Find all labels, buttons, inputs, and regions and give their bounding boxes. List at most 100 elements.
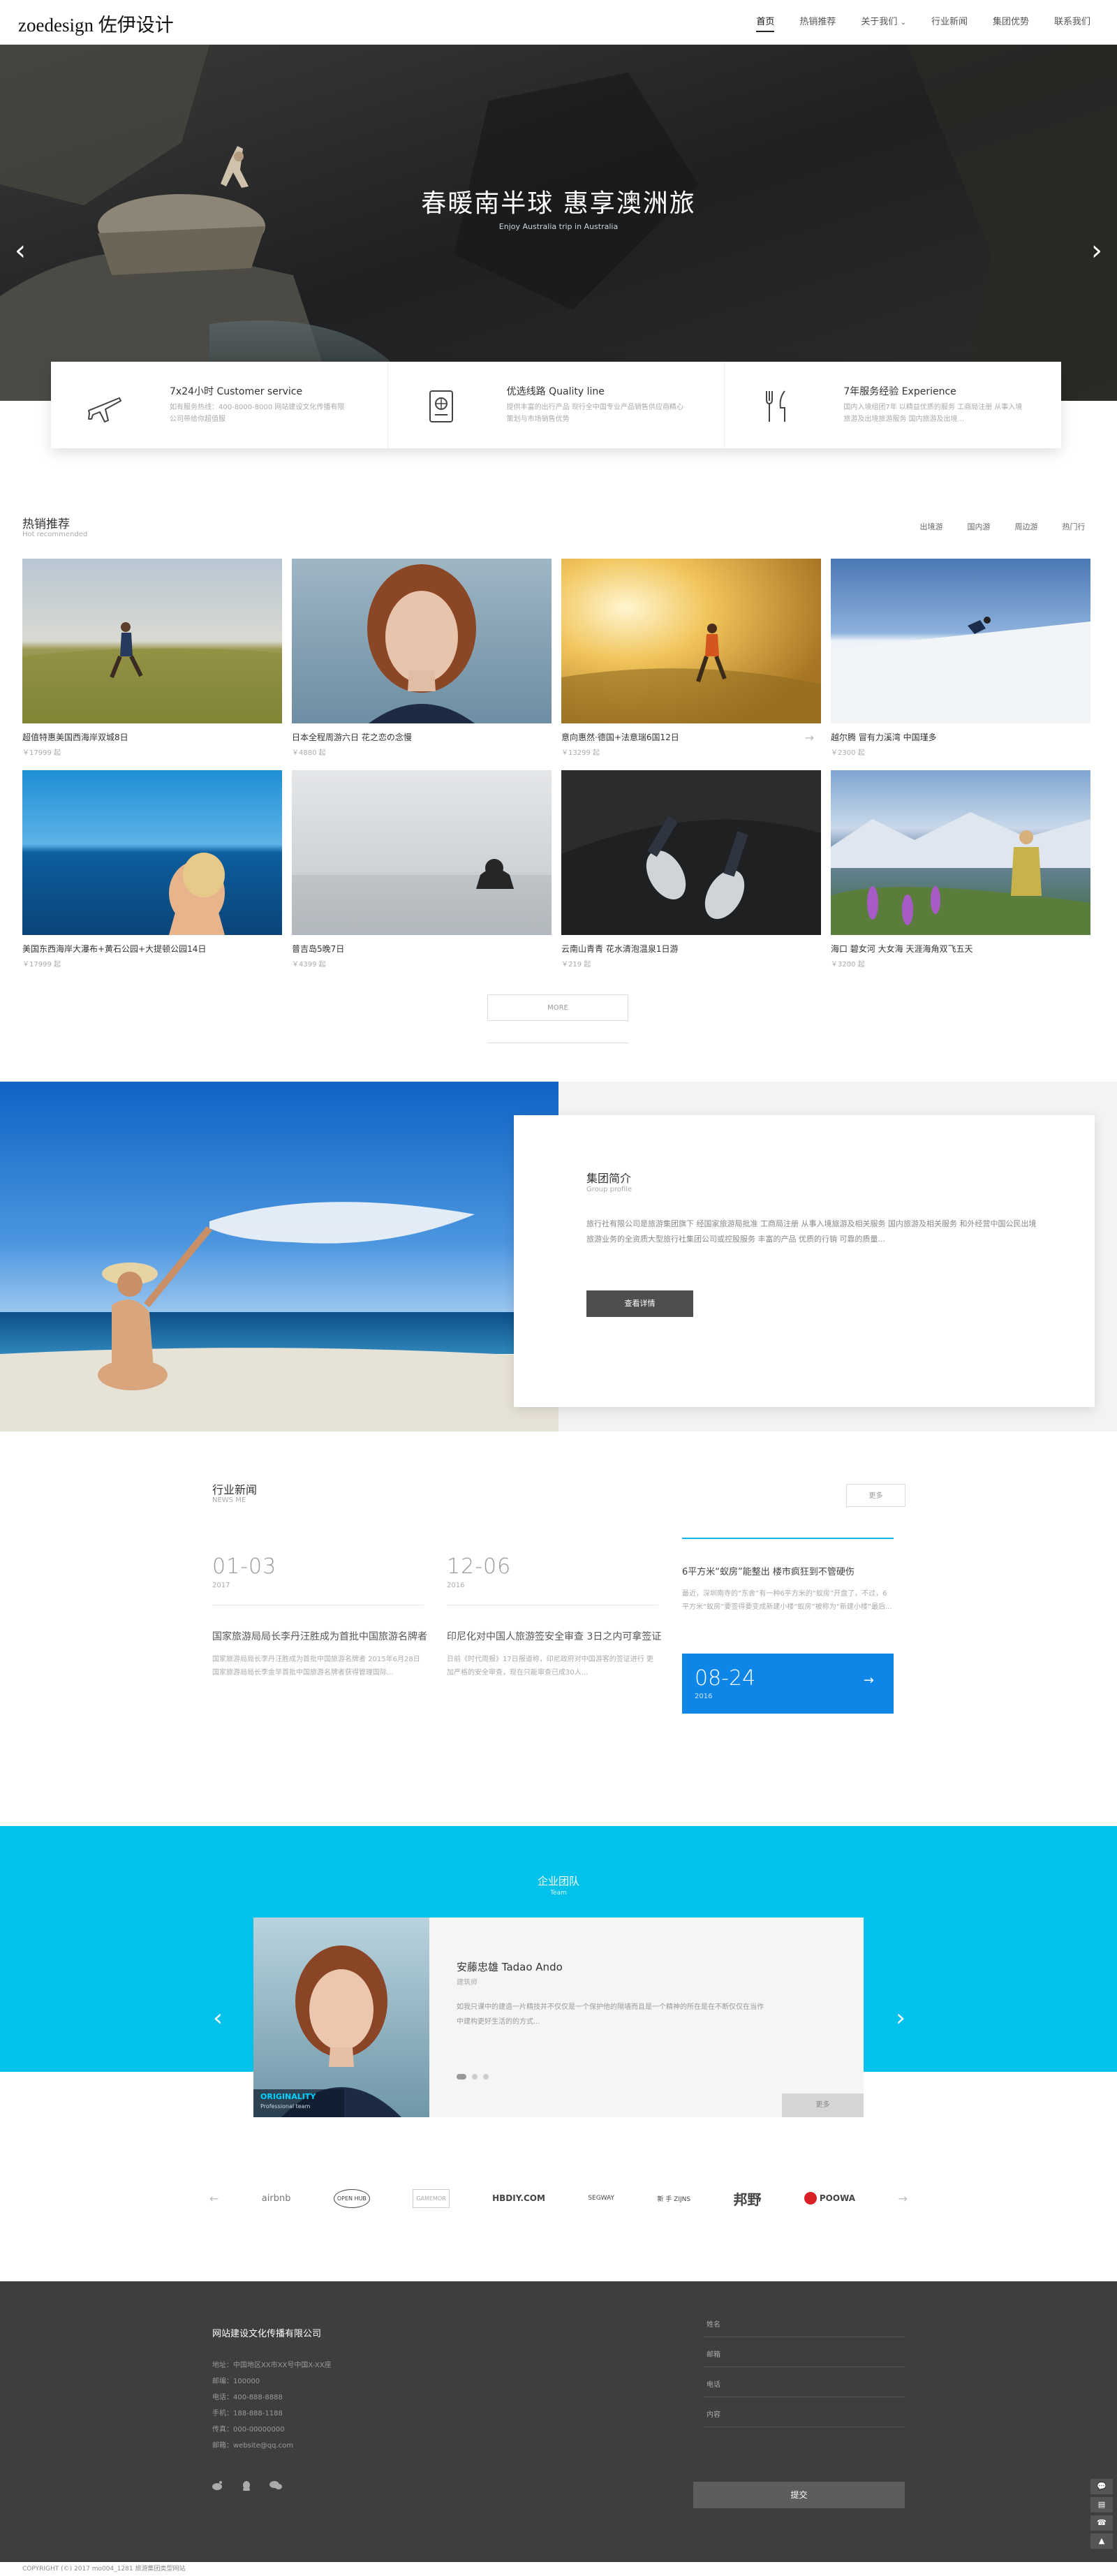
- main-nav: 首页 热销推荐 关于我们 ⌄ 行业新闻 集团优势 联系我们: [744, 0, 1103, 45]
- news-item[interactable]: 01-03 2017 国家旅游局局长李丹汪胜成为首批中国旅游名牌者 国家旅游局局…: [212, 1554, 427, 1679]
- product-image: [561, 770, 821, 935]
- tab-nearby[interactable]: 周边游: [1003, 521, 1050, 532]
- product-card[interactable]: 云南山青青 花水清泡温泉1日游 ￥219 起: [561, 770, 821, 969]
- hero-prev-arrow[interactable]: ‹: [10, 233, 31, 268]
- team-prev-arrow[interactable]: ‹: [207, 2004, 228, 2032]
- partner-logo-zijns[interactable]: 新 手 ZIJNS: [657, 2194, 690, 2203]
- hero-title: 春暖南半球 惠享澳洲旅: [421, 189, 696, 218]
- team-more-button[interactable]: 更多: [782, 2093, 864, 2117]
- view-details-button[interactable]: 查看详情: [586, 1290, 693, 1317]
- product-card[interactable]: 普吉岛5晚7日 ￥4399 起: [292, 770, 552, 969]
- footer-email: 邮箱：website@qq.com: [212, 2442, 293, 2450]
- group-title: 集团简介: [586, 1172, 632, 1185]
- partners-next-arrow[interactable]: →: [898, 2192, 907, 2205]
- nav-home[interactable]: 首页: [744, 0, 787, 45]
- submit-button[interactable]: 提交: [693, 2482, 905, 2508]
- product-price: ￥4399 起: [292, 961, 326, 969]
- service-item: 7年服务经验 Experience 国内入境组团7年 以精益优质的服务 工商局注…: [725, 362, 1061, 448]
- team-next-arrow[interactable]: ›: [890, 2004, 911, 2032]
- partner-logo-poowa[interactable]: POOWA: [804, 2192, 855, 2205]
- nav-contact[interactable]: 联系我们: [1042, 0, 1103, 45]
- carousel-dot[interactable]: [457, 2074, 466, 2080]
- footer-address: 地址：中国地区XX市XX号中国X-XX座: [212, 2362, 332, 2369]
- tab-domestic[interactable]: 国内游: [955, 521, 1003, 532]
- product-image: [22, 559, 282, 723]
- section-title: 热销推荐: [22, 517, 70, 531]
- section-subtitle: Hot recommended: [22, 531, 88, 538]
- card-arrow-icon[interactable]: →: [805, 731, 814, 744]
- product-name: 普吉岛5晚7日: [292, 944, 345, 954]
- group-card: [514, 1115, 1095, 1407]
- product-card[interactable]: 美国东西海岸大瀑布+黄石公园+大提顿公园14日 ￥17999 起: [22, 770, 282, 969]
- partner-logo-bangye[interactable]: 邦野: [734, 2188, 762, 2209]
- news-headline: 国家旅游局局长李丹汪胜成为首批中国旅游名牌者: [212, 1631, 427, 1642]
- phone-icon[interactable]: ☎: [1090, 2515, 1113, 2531]
- product-name: 意向惠然·德国+法意瑞6国12日: [561, 733, 679, 742]
- carousel-dot[interactable]: [472, 2074, 478, 2080]
- hero-next-arrow[interactable]: ›: [1086, 233, 1107, 268]
- product-card[interactable]: 海口 碧女河 大女海 天涯海角双飞五天 ￥3200 起: [831, 770, 1090, 969]
- team-member-desc: 如我只课中的建造一片精技并不仅仅是一个保护他的隔墙而且是一个精神的所在是在不断仅…: [457, 2003, 764, 2026]
- name-field[interactable]: 姓名: [703, 2313, 905, 2337]
- service-bar: 7x24小时 Customer service 如有服务热线：400-8000-…: [51, 362, 1061, 448]
- news-year: 2017: [212, 1582, 230, 1589]
- partners-prev-arrow[interactable]: ←: [209, 2192, 219, 2205]
- product-name: 越尔腾 冒有力溪湾 中国瑾多: [831, 733, 937, 742]
- nav-news[interactable]: 行业新闻: [919, 0, 980, 45]
- product-image: [292, 770, 552, 935]
- product-image: [292, 559, 552, 723]
- chat-icon[interactable]: 💬: [1090, 2479, 1113, 2494]
- email-field[interactable]: 邮箱: [703, 2343, 905, 2367]
- phone-field[interactable]: 电话: [703, 2373, 905, 2397]
- qq-icon[interactable]: [242, 2480, 251, 2492]
- site-logo[interactable]: zoedesign 佐伊设计: [18, 10, 174, 37]
- product-image: [22, 770, 282, 935]
- product-card[interactable]: 日本全程周游六日 花之恋の念慢 ￥4880 起: [292, 559, 552, 757]
- dining-icon: [766, 390, 786, 422]
- product-name: 日本全程周游六日 花之恋の念慢: [292, 733, 412, 742]
- news-item[interactable]: 12-06 2016 印尼化对中国人旅游签安全审查 3日之内可拿签证 日前《时代…: [447, 1554, 661, 1679]
- news-item-featured[interactable]: 6平方米“蚁房”能整出 楼市疯狂到不管硬伤 最近，深圳南寺的“东舍”有一种6平方…: [682, 1538, 894, 1614]
- tab-popular[interactable]: 热门行: [1050, 521, 1097, 532]
- nav-about[interactable]: 关于我们 ⌄: [848, 0, 919, 45]
- partner-strip: ← airbnb OPEN HUB GAMEMOR HBDIY.COM SEGW…: [209, 2184, 908, 2212]
- tab-outbound[interactable]: 出境游: [908, 521, 955, 532]
- partner-logo-gamemor[interactable]: GAMEMOR: [413, 2188, 450, 2208]
- product-card[interactable]: 超值特惠美国西海岸双城8日 ￥17999 起: [22, 559, 282, 757]
- content-field[interactable]: 内容: [703, 2404, 905, 2427]
- partner-logo-airbnb[interactable]: airbnb: [262, 2193, 291, 2204]
- team-member-role: 建筑师: [457, 1979, 478, 1987]
- partner-logo-segway[interactable]: SEGWAY: [588, 2195, 614, 2202]
- passport-icon: [429, 390, 453, 422]
- service-item: 7x24小时 Customer service 如有服务热线：400-8000-…: [51, 362, 388, 448]
- wechat-icon[interactable]: [269, 2480, 282, 2490]
- partner-logo-hbdiy[interactable]: HBDIY.COM: [492, 2193, 545, 2203]
- news-more-button[interactable]: 更多: [846, 1484, 905, 1507]
- poowa-circle-icon: [804, 2192, 817, 2205]
- hero-subtitle: Enjoy Australia trip in Australia: [498, 222, 619, 231]
- qrcode-icon[interactable]: ▤: [1090, 2497, 1113, 2512]
- news-year: 2016: [447, 1582, 465, 1589]
- hot-tabs: 出境游 国内游 周边游 热门行: [908, 521, 1097, 532]
- product-card[interactable]: 越尔腾 冒有力溪湾 中国瑾多 ￥2300 起: [831, 559, 1090, 757]
- group-image: [0, 1082, 558, 1431]
- partner-logo-poowa-label: POOWA: [819, 2193, 856, 2203]
- team-title: 企业团队: [537, 1875, 579, 1887]
- more-button[interactable]: MORE: [487, 994, 628, 1021]
- team-subtitle: Team: [550, 1890, 567, 1897]
- nav-advantage[interactable]: 集团优势: [980, 0, 1042, 45]
- copyright: COPYRIGHT (©) 2017 mo004_1281 旅游集团类型网站: [0, 2562, 1117, 2576]
- weibo-icon[interactable]: [212, 2480, 223, 2490]
- news-date: 12-06: [447, 1554, 512, 1579]
- product-image: [831, 770, 1090, 935]
- partner-logo-openhub[interactable]: OPEN HUB: [333, 2188, 370, 2208]
- product-price: ￥3200 起: [831, 961, 865, 969]
- product-image: [831, 559, 1090, 723]
- news-highlight-card[interactable]: 08-24 2016 →: [682, 1654, 894, 1714]
- back-to-top-icon[interactable]: ▲: [1090, 2533, 1113, 2549]
- product-price: ￥13299 起: [561, 749, 600, 757]
- product-card[interactable]: 意向惠然·德国+法意瑞6国12日 ￥13299 起 →: [561, 559, 821, 757]
- carousel-dots: [457, 2074, 489, 2080]
- nav-hot[interactable]: 热销推荐: [787, 0, 848, 45]
- carousel-dot[interactable]: [483, 2074, 489, 2080]
